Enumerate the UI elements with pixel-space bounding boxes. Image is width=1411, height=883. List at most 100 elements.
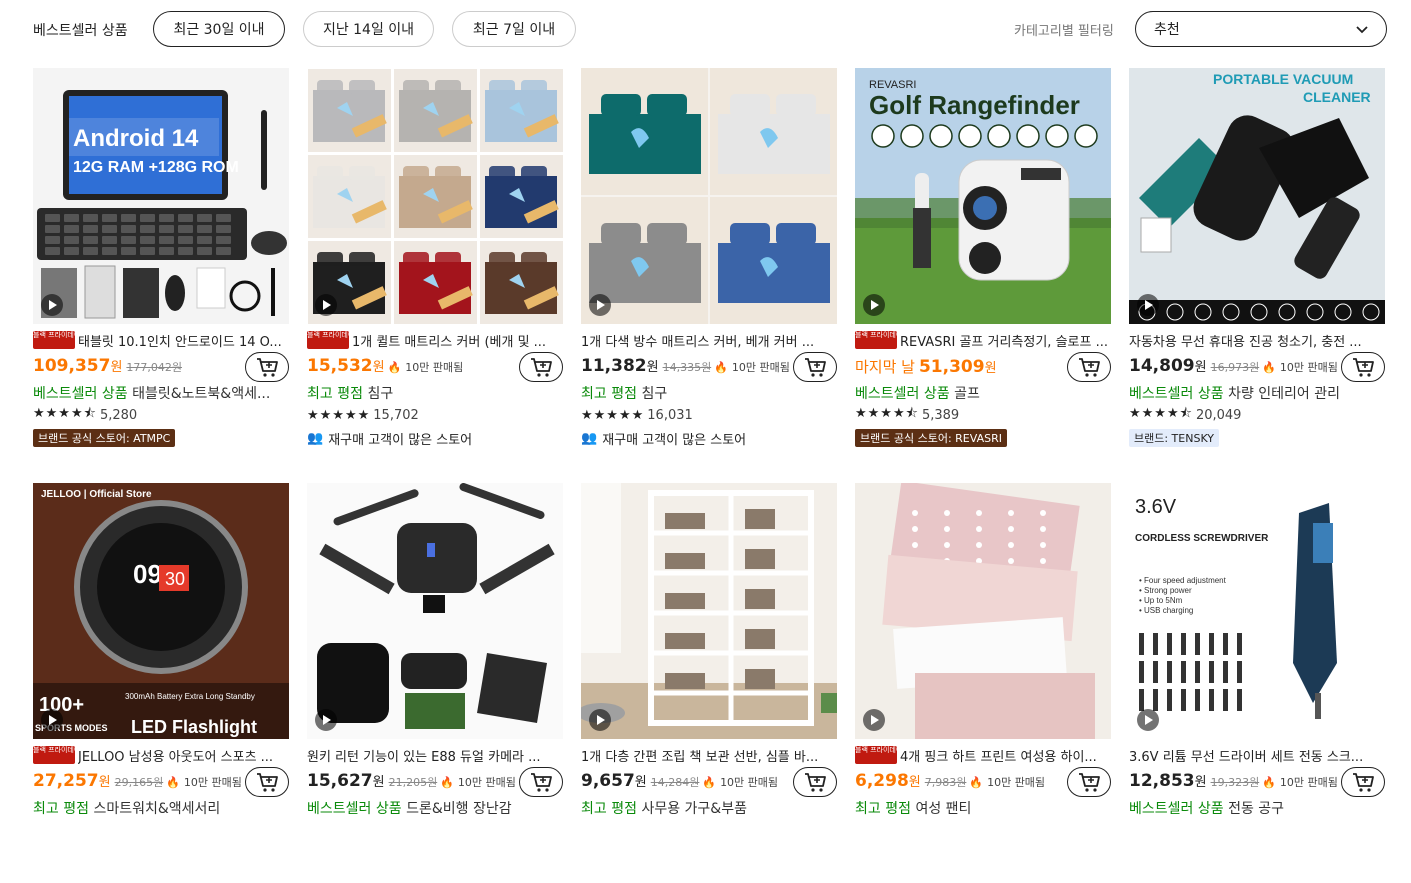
users-icon: 👥 [307, 430, 324, 446]
product-title[interactable]: 1개 다층 간편 조립 책 보관 선반, 심플 바... [581, 746, 818, 765]
product-title[interactable]: REVASRI 골프 거리측정기, 슬로프 ... [900, 331, 1108, 350]
play-video-icon[interactable] [1137, 709, 1159, 731]
play-video-icon[interactable] [863, 294, 885, 316]
original-price: 21,205원 [388, 776, 438, 789]
category-tag[interactable]: 베스트셀러 상품 드론&비행 장난감 [307, 798, 563, 818]
play-video-icon[interactable] [863, 709, 885, 731]
category-tag[interactable]: 베스트셀러 상품 차량 인테리어 관리 [1129, 383, 1385, 403]
product-title-row[interactable]: 자동차용 무선 휴대용 진공 청소기, 충전 ... [1129, 330, 1385, 350]
product-card[interactable]: 1개 다층 간편 조립 책 보관 선반, 심플 바... 9,657원 14,284… [581, 483, 837, 883]
product-title-row[interactable]: 원키 리턴 기능이 있는 E88 듀얼 카메라 ... [307, 745, 563, 765]
add-to-cart-button[interactable] [519, 767, 563, 797]
store-badge[interactable]: 브랜드: TENSKY [1129, 429, 1219, 447]
chip-last-7-days[interactable]: 최근 7일 이내 [452, 11, 576, 47]
product-title[interactable]: 태블릿 10.1인치 안드로이드 14 O... [78, 331, 282, 350]
product-image[interactable] [307, 483, 563, 739]
store-badge[interactable]: 브랜드 공식 스토어: REVASRI [855, 429, 1007, 447]
black-friday-badge: 블랙 프라이데이 [33, 331, 80, 349]
play-video-icon[interactable] [41, 294, 63, 316]
category-tag[interactable]: 베스트셀러 상품 전동 공구 [1129, 798, 1385, 818]
category-name: 침구 [367, 386, 394, 402]
sold-count: 10만 판매됨 [1279, 361, 1338, 374]
rank-label: 최고 평점 [581, 386, 637, 402]
product-image[interactable]: 3.6V CORDLESS SCREWDRIVER • Four speed a… [1129, 483, 1385, 739]
add-to-cart-button[interactable] [1341, 767, 1385, 797]
product-image[interactable] [855, 483, 1111, 739]
price-currency: 원 [646, 360, 659, 375]
play-video-icon[interactable] [315, 294, 337, 316]
product-title-row[interactable]: 블랙 프라이데이 JELLOO 남성용 아웃도어 스포츠 ... [33, 745, 289, 765]
category-tag[interactable]: 최고 평점 스마트워치&액세서리 [33, 798, 289, 818]
play-video-icon[interactable] [41, 709, 63, 731]
product-title-row[interactable]: 블랙 프라이데이 4개 핑크 하트 프린트 여성용 하이... [855, 745, 1111, 765]
product-image[interactable]: REVASRI Golf Rangefinder [855, 68, 1111, 324]
brand-label: 브랜드: TENSKY [1129, 429, 1219, 447]
play-video-icon[interactable] [589, 294, 611, 316]
product-price: 14,809원 [1129, 356, 1207, 376]
add-to-cart-button[interactable] [793, 352, 837, 382]
product-price: 12,853원 [1129, 771, 1207, 791]
flame-icon: 🔥 [1262, 361, 1276, 374]
product-card[interactable]: Android 14 12G RAM +128G ROM 블랙 프라이데이 태블릿… [33, 68, 289, 468]
product-card[interactable]: 1개 다색 방수 매트리스 커버, 베개 커버 ... 11,382원 14,335… [581, 68, 837, 468]
svg-text:12G RAM +128G ROM: 12G RAM +128G ROM [73, 159, 239, 176]
product-title[interactable]: 4개 핑크 하트 프린트 여성용 하이... [900, 746, 1097, 765]
product-image[interactable]: PORTABLE VACUUM CLEANER [1129, 68, 1385, 324]
product-title-row[interactable]: 3.6V 리튬 무선 드라이버 세트 전동 스크... [1129, 745, 1385, 765]
product-image[interactable]: JELLOO | Official Store 09 30 100+ SPORT… [33, 483, 289, 739]
product-card[interactable]: JELLOO | Official Store 09 30 100+ SPORT… [33, 483, 289, 883]
product-card[interactable]: 3.6V CORDLESS SCREWDRIVER • Four speed a… [1129, 483, 1385, 883]
sold-count: 10만 판매됨 [731, 361, 790, 374]
category-tag[interactable]: 최고 평점 사무용 가구&부품 [581, 798, 837, 818]
category-tag[interactable]: 최고 평점 여성 팬티 [855, 798, 1111, 818]
product-title-row[interactable]: 블랙 프라이데이 REVASRI 골프 거리측정기, 슬로프 ... [855, 330, 1111, 350]
chip-last-14-days[interactable]: 지난 14일 이내 [303, 11, 434, 47]
product-card[interactable]: PORTABLE VACUUM CLEANER 자동차용 무선 휴대용 진공 청… [1129, 68, 1385, 468]
play-video-icon[interactable] [589, 709, 611, 731]
store-badge[interactable]: 브랜드 공식 스토어: ATMPC [33, 429, 176, 447]
product-image[interactable] [581, 68, 837, 324]
product-title[interactable]: 1개 퀼트 매트리스 커버 (베개 및 ... [352, 331, 546, 350]
sort-select[interactable]: 추천 [1135, 11, 1387, 47]
original-price: 19,323원 [1210, 776, 1260, 789]
category-tag[interactable]: 베스트셀러 상품 골프 [855, 383, 1111, 403]
product-title-row[interactable]: 1개 다색 방수 매트리스 커버, 베개 커버 ... [581, 330, 837, 350]
product-card[interactable]: REVASRI Golf Rangefinder 블랙 프라이데이 REVASRI… [855, 68, 1111, 468]
add-to-cart-button[interactable] [245, 352, 289, 382]
product-title-row[interactable]: 블랙 프라이데이 1개 퀼트 매트리스 커버 (베개 및 ... [307, 330, 563, 350]
svg-text:300mAh Battery Extra Long Stan: 300mAh Battery Extra Long Standby [125, 692, 255, 701]
product-title[interactable]: 자동차용 무선 휴대용 진공 청소기, 충전 ... [1129, 331, 1362, 350]
play-video-icon[interactable] [1137, 294, 1159, 316]
product-card[interactable]: 블랙 프라이데이 1개 퀼트 매트리스 커버 (베개 및 ... 15,532원 🔥 1… [307, 68, 563, 468]
product-title-row[interactable]: 1개 다층 간편 조립 책 보관 선반, 심플 바... [581, 745, 837, 765]
add-to-cart-button[interactable] [1341, 352, 1385, 382]
product-title[interactable]: 3.6V 리튬 무선 드라이버 세트 전동 스크... [1129, 746, 1363, 765]
product-image[interactable]: Android 14 12G RAM +128G ROM [33, 68, 289, 324]
category-tag[interactable]: 최고 평점 침구 [307, 383, 563, 403]
product-image[interactable] [581, 483, 837, 739]
sold-count: 10만 판매됨 [405, 361, 464, 374]
flame-icon: 🔥 [969, 776, 984, 789]
product-title-row[interactable]: 블랙 프라이데이 태블릿 10.1인치 안드로이드 14 O... [33, 330, 289, 350]
chip-last-30-days[interactable]: 최근 30일 이내 [153, 11, 285, 47]
play-video-icon[interactable] [315, 709, 337, 731]
flame-icon: 🔥 [166, 776, 180, 789]
product-image[interactable] [307, 68, 563, 324]
category-tag[interactable]: 베스트셀러 상품 태블릿&노트북&액세... [33, 383, 289, 403]
product-card[interactable]: 원키 리턴 기능이 있는 E88 듀얼 카메라 ... 15,627원 21,205… [307, 483, 563, 883]
svg-text:JELLOO | Official Store: JELLOO | Official Store [41, 489, 152, 500]
add-to-cart-button[interactable] [1067, 352, 1111, 382]
category-tag[interactable]: 최고 평점 침구 [581, 383, 837, 403]
add-to-cart-button[interactable] [793, 767, 837, 797]
rank-label: 최고 평점 [855, 801, 911, 817]
product-title[interactable]: JELLOO 남성용 아웃도어 스포츠 ... [78, 746, 273, 765]
add-to-cart-button[interactable] [519, 352, 563, 382]
official-brand-store-label: 브랜드 공식 스토어: REVASRI [855, 429, 1007, 447]
star-rating-icon: ★★★★★ [581, 407, 645, 423]
add-to-cart-button[interactable] [245, 767, 289, 797]
product-card[interactable]: 블랙 프라이데이 4개 핑크 하트 프린트 여성용 하이... 6,298원 7,98… [855, 483, 1111, 883]
original-price: 14,335원 [662, 361, 712, 374]
product-title[interactable]: 1개 다색 방수 매트리스 커버, 베개 커버 ... [581, 331, 814, 350]
add-to-cart-button[interactable] [1067, 767, 1111, 797]
product-title[interactable]: 원키 리턴 기능이 있는 E88 듀얼 카메라 ... [307, 746, 541, 765]
